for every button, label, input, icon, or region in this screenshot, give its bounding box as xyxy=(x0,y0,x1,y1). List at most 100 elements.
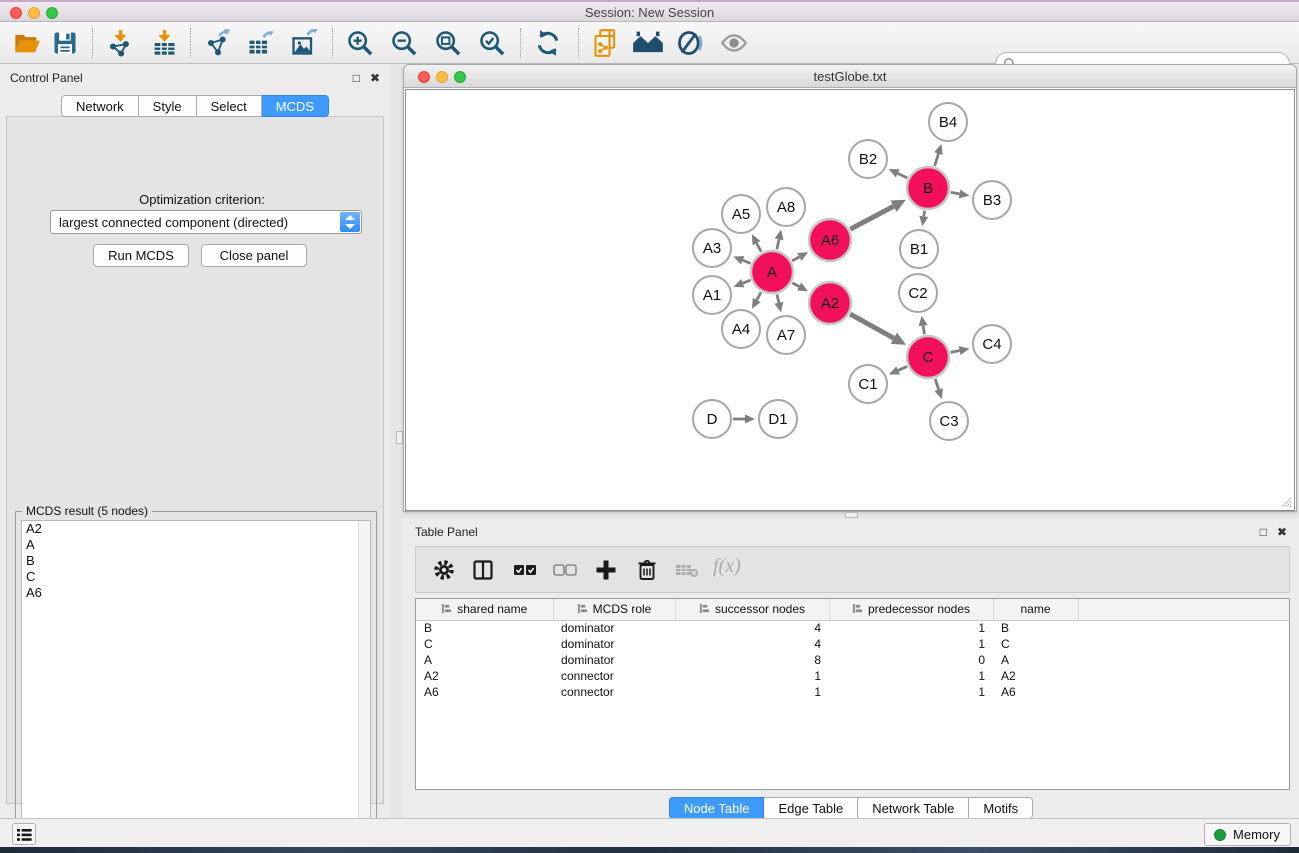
export-image-icon[interactable] xyxy=(290,29,318,57)
edge-B-B4[interactable] xyxy=(935,154,939,166)
table-cell[interactable]: 0 xyxy=(829,652,993,668)
table-cell[interactable]: B xyxy=(416,620,553,636)
export-network-icon[interactable] xyxy=(204,29,232,57)
tab-edge-table[interactable]: Edge Table xyxy=(764,797,858,819)
tab-network-table[interactable]: Network Table xyxy=(858,797,969,819)
table-close-icon[interactable]: ✖ xyxy=(1277,525,1287,539)
table-cell[interactable]: dominator xyxy=(553,620,675,636)
show-hide-graphics-icon[interactable] xyxy=(676,29,704,57)
edge-A-A7[interactable] xyxy=(777,294,779,302)
edge-C-C1[interactable] xyxy=(898,366,907,370)
table-row[interactable]: Adominator80A xyxy=(416,652,1290,668)
vertical-split-handle[interactable] xyxy=(396,431,403,444)
tab-select[interactable]: Select xyxy=(197,95,262,117)
edge-A-A3[interactable] xyxy=(743,260,751,263)
table-cell[interactable]: A2 xyxy=(416,668,553,684)
network-window-titlebar[interactable]: testGlobe.txt xyxy=(404,65,1296,88)
column-header-shared-name[interactable]: shared name xyxy=(416,599,553,620)
result-list-item[interactable]: A xyxy=(22,537,370,553)
zoom-out-icon[interactable] xyxy=(390,29,418,57)
clone-network-icon[interactable] xyxy=(592,29,620,57)
result-list-item[interactable]: A6 xyxy=(22,585,370,601)
close-panel-button[interactable]: Close panel xyxy=(201,244,307,267)
edge-A-A8[interactable] xyxy=(777,239,779,249)
import-table-icon[interactable] xyxy=(150,29,178,57)
result-list-item[interactable]: C xyxy=(22,569,370,585)
delete-table-icon[interactable] xyxy=(674,558,700,582)
edge-A6-B[interactable] xyxy=(850,206,893,229)
table-cell[interactable]: A2 xyxy=(993,668,1078,684)
edge-C-C2[interactable] xyxy=(923,326,924,335)
edge-C-C4[interactable] xyxy=(951,351,960,353)
edge-A-A6[interactable] xyxy=(792,257,799,261)
float-panel-icon[interactable]: □ xyxy=(353,71,360,85)
tab-mcds[interactable]: MCDS xyxy=(262,95,329,117)
edge-A-A4[interactable] xyxy=(757,292,761,300)
table-cell[interactable]: 1 xyxy=(675,684,829,700)
function-builder-icon[interactable]: f(x) xyxy=(713,555,741,578)
export-table-icon[interactable] xyxy=(246,29,274,57)
edge-B-B2[interactable] xyxy=(898,173,908,178)
zoom-in-icon[interactable] xyxy=(346,29,374,57)
edge-B-B3[interactable] xyxy=(951,192,960,194)
column-header-MCDS-role[interactable]: MCDS role xyxy=(553,599,675,620)
table-float-icon[interactable]: □ xyxy=(1260,525,1267,539)
column-header-name[interactable]: name xyxy=(993,599,1078,620)
open-file-icon[interactable] xyxy=(13,29,41,57)
delete-icon[interactable] xyxy=(635,558,659,582)
edge-A-A1[interactable] xyxy=(743,280,751,283)
table-cell[interactable]: 1 xyxy=(829,684,993,700)
table-cell[interactable]: 8 xyxy=(675,652,829,668)
resize-grip-icon[interactable] xyxy=(1279,495,1292,508)
gear-icon[interactable] xyxy=(432,558,456,582)
table-cell[interactable]: B xyxy=(993,620,1078,636)
tab-motifs[interactable]: Motifs xyxy=(969,797,1033,819)
deselect-all-icon[interactable] xyxy=(552,558,578,582)
first-neighbors-icon[interactable] xyxy=(632,29,664,57)
tab-network[interactable]: Network xyxy=(61,95,139,117)
table-cell[interactable]: A6 xyxy=(416,684,553,700)
edge-A2-C[interactable] xyxy=(850,314,894,338)
table-cell[interactable]: connector xyxy=(553,668,675,684)
zoom-fit-icon[interactable] xyxy=(434,29,462,57)
refresh-icon[interactable] xyxy=(534,29,562,57)
edge-A-A2[interactable] xyxy=(792,283,799,287)
table-cell[interactable]: 1 xyxy=(829,620,993,636)
edge-B-B1[interactable] xyxy=(924,211,925,217)
table-cell[interactable]: A6 xyxy=(993,684,1078,700)
optimization-criterion-select[interactable]: largest connected component (directed) xyxy=(50,210,362,234)
add-column-icon[interactable] xyxy=(594,558,618,582)
table-row[interactable]: A2connector11A2 xyxy=(416,668,1290,684)
table-cell[interactable]: 4 xyxy=(675,620,829,636)
table-cell[interactable]: A xyxy=(416,652,553,668)
select-all-icon[interactable] xyxy=(512,558,538,582)
table-row[interactable]: A6connector11A6 xyxy=(416,684,1290,700)
save-session-icon[interactable] xyxy=(51,29,79,57)
table-cell[interactable]: 4 xyxy=(675,636,829,652)
memory-button[interactable]: Memory xyxy=(1204,823,1291,846)
table-cell[interactable]: C xyxy=(993,636,1078,652)
table-cell[interactable]: 1 xyxy=(829,668,993,684)
import-network-icon[interactable] xyxy=(106,29,134,57)
node-table-grid[interactable]: shared nameMCDS rolesuccessor nodesprede… xyxy=(416,599,1290,700)
result-scrollbar[interactable] xyxy=(358,521,370,844)
table-cell[interactable]: A xyxy=(993,652,1078,668)
zoom-selected-icon[interactable] xyxy=(478,29,506,57)
table-cell[interactable]: 1 xyxy=(675,668,829,684)
table-cell[interactable]: C xyxy=(416,636,553,652)
result-list-item[interactable]: A2 xyxy=(22,521,370,537)
table-cell[interactable]: dominator xyxy=(553,636,675,652)
run-mcds-button[interactable]: Run MCDS xyxy=(93,244,189,267)
network-graph[interactable]: B4B2BB3B1A5A8A6A3AA1C2A2A4A7CC4C1C3DD1 xyxy=(406,90,1294,510)
table-cell[interactable]: dominator xyxy=(553,652,675,668)
mcds-result-list[interactable]: A2ABCA6 xyxy=(21,520,371,845)
table-row[interactable]: Bdominator41B xyxy=(416,620,1290,636)
split-column-icon[interactable] xyxy=(471,558,495,582)
table-row[interactable]: Cdominator41C xyxy=(416,636,1290,652)
show-panels-button[interactable] xyxy=(12,823,36,845)
table-cell[interactable]: connector xyxy=(553,684,675,700)
network-canvas[interactable]: B4B2BB3B1A5A8A6A3AA1C2A2A4A7CC4C1C3DD1 xyxy=(405,89,1295,511)
column-header-successor-nodes[interactable]: successor nodes xyxy=(675,599,829,620)
close-panel-icon[interactable]: ✖ xyxy=(370,71,380,85)
edge-C-C3[interactable] xyxy=(935,379,939,390)
